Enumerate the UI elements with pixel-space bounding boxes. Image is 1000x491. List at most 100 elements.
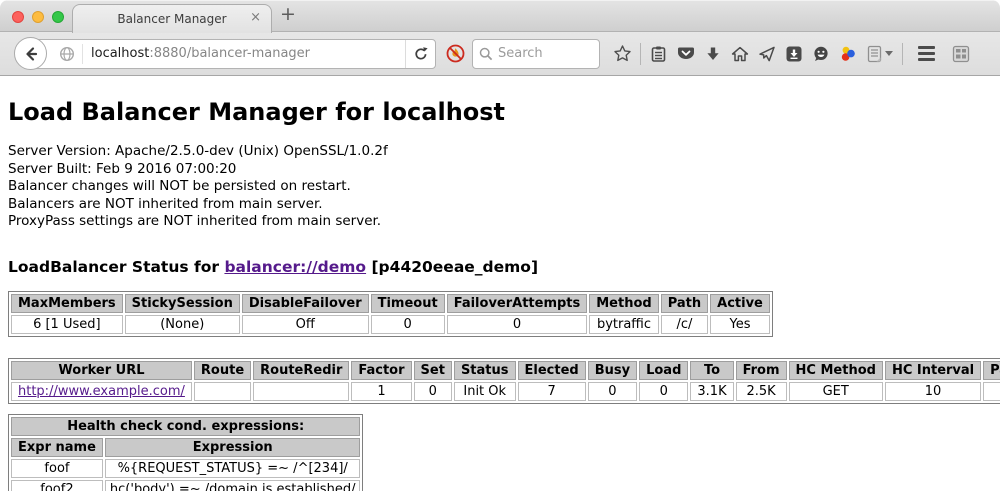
reload-button[interactable] (405, 40, 435, 68)
from-cell: 2.5K (736, 382, 787, 401)
column-header: RouteRedir (253, 361, 349, 380)
globe-icon (59, 46, 75, 62)
notes-extension-button[interactable] (861, 40, 888, 68)
to-cell: 3.1K (690, 382, 733, 401)
column-header: Passes (983, 361, 1000, 380)
column-header: HC Method (789, 361, 883, 380)
title-bar: Balancer Manager × + (0, 0, 1000, 32)
bookmarks-menu-button[interactable] (645, 40, 672, 68)
url-path: :8880/balancer-manager (149, 46, 310, 61)
url-bar[interactable]: localhost:8880/balancer-manager (30, 39, 436, 69)
download-manager-extension-button[interactable] (780, 40, 807, 68)
server-built-line: Server Built: Feb 9 2016 07:00:20 (8, 161, 992, 179)
clipboard-icon (650, 45, 667, 63)
column-header: Expression (105, 438, 361, 457)
table-header-row: MaxMembers StickySession DisableFailover… (11, 294, 770, 313)
factor-cell: 1 (351, 382, 411, 401)
route-redir-cell (253, 382, 349, 401)
route-cell (194, 382, 251, 401)
browser-window: Balancer Manager × + localhost:8880/bala… (0, 0, 1000, 491)
column-header: Expr name (11, 438, 103, 457)
url-text: localhost:8880/balancer-manager (83, 46, 405, 61)
minimize-window-button[interactable] (32, 11, 44, 23)
window-controls (12, 11, 64, 23)
table-title-row: Health check cond. expressions: (11, 417, 360, 436)
pocket-icon (677, 45, 695, 62)
column-header: Factor (351, 361, 411, 380)
home-button[interactable] (726, 40, 753, 68)
blocked-flame-icon (446, 44, 465, 63)
timeout-cell: 0 (371, 315, 445, 334)
busy-cell: 0 (588, 382, 637, 401)
worker-table: Worker URL Route RouteRedir Factor Set S… (8, 358, 1000, 404)
expression-cell: hc('body') =~ /domain is established/ (105, 480, 361, 491)
reload-icon (413, 46, 429, 62)
chevron-down-icon[interactable] (885, 51, 893, 56)
navigation-toolbar: localhost:8880/balancer-manager (0, 32, 1000, 76)
hamburger-icon (918, 46, 935, 61)
status-heading-prefix: LoadBalancer Status for (8, 258, 224, 276)
downloads-button[interactable] (699, 40, 726, 68)
back-arrow-icon (22, 45, 40, 63)
disable-failover-cell: Off (242, 315, 369, 334)
page-content: Load Balancer Manager for localhost Serv… (0, 76, 1000, 491)
colored-dots-icon (839, 45, 857, 63)
column-header: FailoverAttempts (447, 294, 588, 313)
tab-groups-button[interactable] (947, 40, 974, 68)
table-row: http://www.example.com/ 1 0 Init Ok 7 0 … (11, 382, 1000, 401)
hc-method-cell: GET (789, 382, 883, 401)
column-header: Elected (518, 361, 586, 380)
back-button[interactable] (14, 37, 47, 70)
column-header: Method (589, 294, 658, 313)
column-header: Status (454, 361, 516, 380)
passes-cell: 1 (0) (983, 382, 1000, 401)
column-header: Route (194, 361, 251, 380)
expr-name-cell: foof (11, 459, 103, 478)
download-arrow-icon (704, 45, 722, 63)
table-row: foof2 hc('body') =~ /domain is establish… (11, 480, 360, 491)
column-header: Worker URL (11, 361, 192, 380)
persist-notice-line: Balancer changes will NOT be persisted o… (8, 178, 992, 196)
health-table-title: Health check cond. expressions: (11, 417, 360, 436)
proxypass-notice-line: ProxyPass settings are NOT inherited fro… (8, 213, 992, 231)
column-header: StickySession (125, 294, 240, 313)
balancer-demo-link[interactable]: balancer://demo (224, 258, 366, 276)
tab-close-icon[interactable]: × (250, 11, 261, 25)
sticky-session-cell: (None) (125, 315, 240, 334)
menu-button[interactable] (913, 40, 940, 68)
download-square-icon (785, 45, 803, 63)
tab-balancer-manager[interactable]: Balancer Manager × (72, 4, 272, 33)
search-bar[interactable] (472, 39, 600, 69)
table-row: 6 [1 Used] (None) Off 0 0 bytraffic /c/ … (11, 315, 770, 334)
search-input[interactable] (498, 46, 588, 61)
worker-url-link[interactable]: http://www.example.com/ (18, 384, 185, 399)
expression-cell: %{REQUEST_STATUS} =~ /^[234]/ (105, 459, 361, 478)
zoom-window-button[interactable] (52, 11, 64, 23)
paper-plane-icon (758, 45, 776, 63)
server-version-line: Server Version: Apache/2.5.0-dev (Unix) … (8, 143, 992, 161)
server-info: Server Version: Apache/2.5.0-dev (Unix) … (8, 143, 992, 231)
home-icon (731, 45, 749, 63)
smiley-bubble-icon (812, 45, 830, 63)
bookmark-star-button[interactable] (609, 40, 636, 68)
new-tab-button[interactable]: + (280, 3, 296, 25)
status-heading-suffix: [p4420eeae_demo] (366, 258, 538, 276)
column-header: From (736, 361, 787, 380)
close-window-button[interactable] (12, 11, 24, 23)
hc-interval-cell: 10 (885, 382, 981, 401)
max-members-cell: 6 [1 Used] (11, 315, 123, 334)
colored-dots-extension-button[interactable] (834, 40, 861, 68)
emoji-extension-button[interactable] (807, 40, 834, 68)
plugin-blocked-button[interactable] (446, 44, 465, 63)
path-cell: /c/ (661, 315, 708, 334)
site-identity-box[interactable] (55, 44, 83, 64)
column-header: DisableFailover (242, 294, 369, 313)
toolbar-divider (902, 43, 903, 65)
failover-attempts-cell: 0 (447, 315, 588, 334)
send-tab-button[interactable] (753, 40, 780, 68)
page-title: Load Balancer Manager for localhost (8, 76, 992, 126)
column-header: HC Interval (885, 361, 981, 380)
worker-url-cell: http://www.example.com/ (11, 382, 192, 401)
pocket-button[interactable] (672, 40, 699, 68)
elected-cell: 7 (518, 382, 586, 401)
